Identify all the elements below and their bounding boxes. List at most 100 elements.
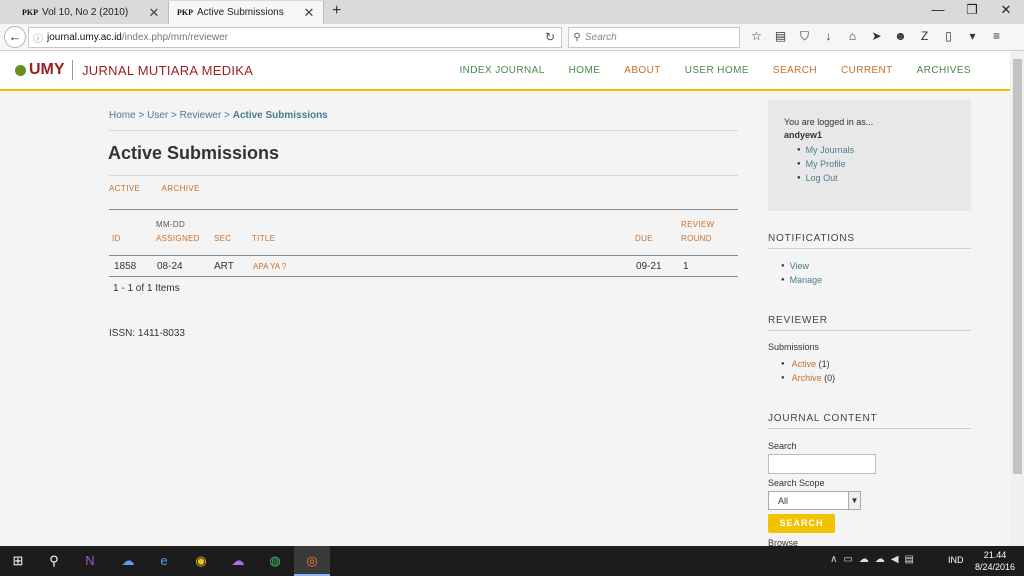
toolbar-icons: ☆ ▤ ⛉ ↓ ⌂ ➤ ☻ Z ▯ ▾ ≡ — [748, 29, 1005, 44]
link-active-submissions[interactable]: Active — [792, 359, 817, 369]
logo-text: UMY — [29, 61, 65, 78]
nav-index-journal[interactable]: INDEX JOURNAL — [459, 65, 544, 76]
nav-current[interactable]: CURRENT — [841, 65, 893, 76]
cell-round: 1 — [683, 261, 689, 272]
col-due-header: DUE — [635, 234, 653, 243]
search-scope-label: Search Scope — [768, 478, 825, 488]
chrome-icon[interactable]: ◉ — [183, 546, 219, 576]
edge-icon[interactable]: e — [146, 546, 182, 576]
battery-icon[interactable]: ▭ — [843, 554, 852, 565]
url-host: journal.umy.ac.id — [47, 32, 122, 43]
info-icon[interactable]: ⓘ — [29, 30, 47, 45]
breadcrumb-separator: > — [138, 110, 145, 121]
windows-taskbar: ⊞ ⚲ N ☁ e ◉ ☁ ◍ ◎ ∧ ▭ ☁ ☁ ◀ ▤ IND 21.44 … — [0, 546, 1024, 576]
close-window-icon[interactable]: ✕ — [996, 2, 1016, 18]
menu-icon[interactable]: ≡ — [988, 29, 1005, 44]
tab-active-submissions[interactable]: PKP Active Submissions ✕ — [168, 1, 324, 24]
scrollbar-thumb[interactable] — [1013, 59, 1022, 474]
cell-title-link[interactable]: APA YA ? — [253, 262, 286, 271]
umy-logo[interactable]: UMY — [15, 61, 65, 79]
journal-search-button[interactable]: SEARCH — [768, 514, 835, 533]
breadcrumb-home[interactable]: Home — [109, 110, 136, 121]
new-tab-plus-icon[interactable]: + — [332, 2, 341, 20]
firefox-icon[interactable]: ◎ — [294, 546, 330, 576]
browser-search-input[interactable]: ⚲ Search — [568, 27, 740, 48]
journal-search-input[interactable] — [768, 454, 876, 474]
breadcrumb-separator: > — [224, 110, 230, 121]
tab-vol-10[interactable]: PKP Vol 10, No 2 (2010) ✕ — [14, 1, 168, 24]
globe-app-icon[interactable]: ◍ — [257, 546, 293, 576]
nav-search[interactable]: SEARCH — [773, 65, 817, 76]
windows-start-icon[interactable]: ⊞ — [0, 546, 36, 576]
cell-due: 09-21 — [636, 261, 662, 272]
breadcrumb-reviewer[interactable]: Reviewer — [180, 110, 222, 121]
reload-icon[interactable]: ↻ — [545, 30, 555, 44]
language-indicator[interactable]: IND — [948, 555, 964, 565]
link-view-notifications[interactable]: View — [781, 259, 822, 273]
cloud-icon[interactable]: ☁ — [875, 554, 885, 565]
breadcrumb-user[interactable]: User — [147, 110, 168, 121]
cloud-app-icon[interactable]: ☁ — [220, 546, 256, 576]
restore-icon[interactable]: ❐ — [962, 2, 982, 18]
tab-archive[interactable]: ARCHIVE — [161, 184, 199, 193]
url-bar[interactable]: ⓘ journal.umy.ac.id /index.php/mm/review… — [28, 27, 562, 48]
page-scrollbar[interactable] — [1010, 51, 1024, 546]
reading-list-icon[interactable]: ▤ — [772, 29, 789, 44]
zotero-icon[interactable]: Z — [916, 29, 933, 44]
nav-archives[interactable]: ARCHIVES — [917, 65, 971, 76]
url-path: /index.php/mm/reviewer — [121, 32, 229, 43]
table-bottom-rule — [109, 276, 738, 277]
tab-active[interactable]: ACTIVE — [109, 184, 140, 193]
chat-icon[interactable]: ☻ — [892, 29, 909, 44]
clock-date: 8/24/2016 — [975, 562, 1016, 572]
browser-tab-bar: PKP Vol 10, No 2 (2010) ✕ PKP Active Sub… — [0, 0, 1024, 24]
download-icon[interactable]: ↓ — [820, 29, 837, 44]
page-icon[interactable]: ▯ — [940, 29, 957, 44]
bookmark-star-icon[interactable]: ☆ — [748, 29, 765, 44]
search-icon[interactable]: ⚲ — [36, 546, 72, 576]
onedrive-icon[interactable]: ☁ — [110, 546, 146, 576]
send-icon[interactable]: ➤ — [868, 29, 885, 44]
search-placeholder: Search — [585, 32, 617, 43]
page-title: Active Submissions — [108, 143, 280, 163]
cell-id: 1858 — [114, 261, 137, 272]
link-log-out[interactable]: Log Out — [797, 171, 955, 185]
journal-name[interactable]: JURNAL MUTIARA MEDIKA — [82, 63, 253, 78]
items-count: 1 - 1 of 1 Items — [113, 283, 180, 294]
login-info-box: You are logged in as... andyew1 My Journ… — [768, 100, 971, 211]
archive-count: (0) — [824, 373, 836, 383]
link-my-journals[interactable]: My Journals — [797, 143, 955, 157]
minimize-icon[interactable]: — — [928, 2, 948, 17]
pkp-icon: PKP — [177, 8, 193, 17]
nav-home[interactable]: HOME — [569, 65, 601, 76]
network-icon[interactable]: ☁ — [859, 554, 869, 565]
link-my-profile[interactable]: My Profile — [797, 157, 955, 171]
onenote-icon[interactable]: N — [72, 546, 108, 576]
nav-about[interactable]: ABOUT — [624, 65, 660, 76]
nav-user-home[interactable]: USER HOME — [685, 65, 749, 76]
reviewer-submissions-list: Active (1) Archive (0) — [781, 357, 836, 385]
volume-icon[interactable]: ◀ — [891, 554, 899, 565]
close-icon[interactable]: ✕ — [303, 5, 315, 21]
notification-icon[interactable]: ▤ — [905, 554, 914, 565]
breadcrumb-separator: > — [171, 110, 177, 121]
reviewer-archive-item: Archive (0) — [781, 371, 836, 385]
submissions-table: ID MM-DD ASSIGNED SEC TITLE DUE REVIEW R… — [109, 209, 738, 277]
pocket-icon[interactable]: ⛉ — [796, 29, 813, 44]
link-manage-notifications[interactable]: Manage — [781, 273, 823, 287]
back-arrow-icon[interactable]: ← — [4, 26, 26, 48]
globe-icon — [15, 64, 26, 76]
search-scope-value: All — [778, 495, 789, 506]
search-label: Search — [768, 441, 797, 451]
close-icon[interactable]: ✕ — [148, 5, 160, 21]
submission-tabs: ACTIVE ARCHIVE — [109, 184, 219, 193]
col-round-header-top: REVIEW — [681, 220, 715, 229]
home-icon[interactable]: ⌂ — [844, 29, 861, 44]
link-archive-submissions[interactable]: Archive — [792, 373, 822, 383]
dropdown-icon[interactable]: ▾ — [964, 29, 981, 44]
clock[interactable]: 21.44 8/24/2016 — [975, 549, 1015, 573]
chevron-up-icon[interactable]: ∧ — [830, 554, 837, 565]
search-scope-select[interactable]: All ▼ — [768, 491, 861, 510]
system-tray: ∧ ▭ ☁ ☁ ◀ ▤ — [830, 554, 914, 565]
breadcrumb-current[interactable]: Active Submissions — [233, 110, 328, 121]
